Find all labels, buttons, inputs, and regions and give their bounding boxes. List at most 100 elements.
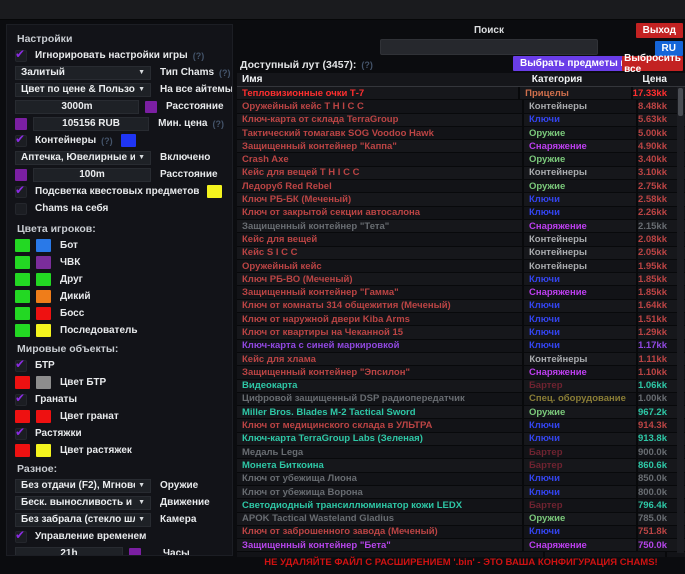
search-input[interactable] <box>380 39 598 55</box>
player-color-swatch-1[interactable] <box>15 324 30 337</box>
item-name: Кейс S I C C <box>237 247 522 258</box>
btr-row[interactable]: ✔ БТР <box>15 357 224 374</box>
tripwires-row[interactable]: ✔ Растяжки <box>15 425 224 442</box>
checkbox-checked-icon[interactable]: ✔ <box>15 50 27 62</box>
help-hint[interactable]: (?) <box>361 60 373 70</box>
player-color-swatch-2[interactable] <box>36 290 51 303</box>
player-color-swatch-2[interactable] <box>36 239 51 252</box>
table-row[interactable]: Ключ от медицинского склада в УЛЬТРАКлюч… <box>237 419 685 432</box>
help-hint[interactable]: (?) <box>213 119 225 129</box>
distance-input[interactable]: 3000m <box>15 100 139 114</box>
table-row[interactable]: Защищенный контейнер "Эпсилон"Снаряжение… <box>237 366 685 379</box>
table-row[interactable]: ВидеокартаБартер1.06kk <box>237 380 685 393</box>
hours-input[interactable]: 21h <box>15 547 123 557</box>
included-categories-dropdown[interactable]: Аптечка, Ювелирные и...▼ <box>15 151 151 165</box>
player-color-swatch-2[interactable] <box>36 307 51 320</box>
table-scrollbar[interactable] <box>677 87 684 553</box>
quest-highlight-color-swatch[interactable] <box>207 185 222 198</box>
table-row[interactable]: Кейс S I C CКонтейнеры2.05kk <box>237 247 685 260</box>
grenade-color-swatch-2[interactable] <box>36 410 51 423</box>
min-price-color-swatch[interactable] <box>15 118 27 130</box>
player-color-swatch-1[interactable] <box>15 290 30 303</box>
player-color-swatch-2[interactable] <box>36 256 51 269</box>
table-row[interactable]: Ключ от квартиры на Чеканной 15Ключи1.29… <box>237 326 685 339</box>
header-name[interactable]: Имя <box>237 74 527 85</box>
min-price-input[interactable]: 105156 RUB <box>33 117 149 131</box>
camera-dropdown[interactable]: Без забрала (стекло шлема)▼ <box>15 513 151 527</box>
table-row[interactable]: Ключ от убежища ЛионаКлючи850.0k <box>237 473 685 486</box>
all-items-mode-dropdown[interactable]: Цвет по цене & Пользователь▼ <box>15 83 151 97</box>
table-row[interactable]: Оружейный кейсКонтейнеры1.95kk <box>237 260 685 273</box>
table-row[interactable]: Crash AxeОружие3.40kk <box>237 153 685 166</box>
player-color-swatch-2[interactable] <box>36 273 51 286</box>
table-row[interactable]: Тактический томагавк SOG Voodoo HawkОруж… <box>237 127 685 140</box>
table-row[interactable]: Ключ РБ-БК (Меченый)Ключи2.58kk <box>237 193 685 206</box>
distance2-input[interactable]: 100m <box>33 168 151 182</box>
table-row[interactable]: Ледоруб Red RebelОружие2.75kk <box>237 180 685 193</box>
help-hint[interactable]: (?) <box>219 68 231 78</box>
header-price[interactable]: Цена <box>642 73 685 86</box>
checkbox-checked-icon[interactable]: ✔ <box>15 394 27 406</box>
exit-button[interactable]: Выход <box>636 23 683 38</box>
player-color-swatch-1[interactable] <box>15 273 30 286</box>
tripwire-color-swatch-1[interactable] <box>15 444 30 457</box>
help-hint[interactable]: (?) <box>101 136 113 146</box>
weapon-dropdown[interactable]: Без отдачи (F2), Мгновенное п▼ <box>15 479 151 493</box>
btr-color-swatch-1[interactable] <box>15 376 30 389</box>
table-row[interactable]: Оружейный кейс T H I C CКонтейнеры8.48kk <box>237 100 685 113</box>
tripwire-color-swatch-2[interactable] <box>36 444 51 457</box>
player-color-swatch-1[interactable] <box>15 239 30 252</box>
grenades-row[interactable]: ✔ Гранаты <box>15 391 224 408</box>
table-row[interactable]: APOK Tactical Wasteland GladiusОружие785… <box>237 513 685 526</box>
table-row[interactable]: Кейс для хламаКонтейнеры1.11kk <box>237 353 685 366</box>
table-row[interactable]: Кейс для вещей T H I C CКонтейнеры3.10kk <box>237 167 685 180</box>
table-row[interactable]: Защищенный контейнер "Каппа"Снаряжение4.… <box>237 140 685 153</box>
table-row[interactable]: Защищенный контейнер "Бета"Снаряжение750… <box>237 539 685 552</box>
table-row[interactable]: Кейс для вещейКонтейнеры2.08kk <box>237 233 685 246</box>
table-row[interactable]: Тепловизионные очки Т-7Прицелы17.33kk <box>237 87 685 100</box>
table-row[interactable]: Ключ от закрытой секции автосалонаКлючи2… <box>237 207 685 220</box>
ignore-game-settings-row[interactable]: ✔ Игнорировать настройки игры (?) <box>15 47 224 64</box>
table-row[interactable]: Ключ-карта от склада TerraGroupКлючи5.63… <box>237 114 685 127</box>
checkbox-checked-icon[interactable]: ✔ <box>15 135 27 147</box>
checkbox-checked-icon[interactable]: ✔ <box>15 428 27 440</box>
hours-color-swatch[interactable] <box>129 548 141 557</box>
table-row[interactable]: Медаль LegaБартер900.0k <box>237 446 685 459</box>
drop-all-button[interactable]: Выбросить все <box>622 56 683 71</box>
movement-dropdown[interactable]: Беск. выносливость и нет уста▼ <box>15 496 151 510</box>
table-row[interactable]: Ключ РБ-ВО (Меченый)Ключи1.85kk <box>237 273 685 286</box>
table-row[interactable]: Ключ-карта с синей маркировкойКлючи1.17k… <box>237 340 685 353</box>
table-row[interactable]: Цифровой защищенный DSP радиопередатчикС… <box>237 393 685 406</box>
player-color-swatch-1[interactable] <box>15 307 30 320</box>
checkbox-unchecked-icon[interactable] <box>15 203 27 215</box>
table-row[interactable]: Защищенный контейнер "Тета"Снаряжение2.1… <box>237 220 685 233</box>
containers-color-swatch[interactable] <box>121 134 136 147</box>
header-category[interactable]: Категория <box>527 73 643 86</box>
table-row[interactable]: Ключ от комнаты 314 общежития (Меченый)К… <box>237 300 685 313</box>
btr-color-swatch-2[interactable] <box>36 376 51 389</box>
table-row[interactable]: Ключ от наружной двери Kiba ArmsКлючи1.5… <box>237 313 685 326</box>
chams-self-row[interactable]: Chams на себя <box>15 200 224 217</box>
chams-type-dropdown[interactable]: Залитый▼ <box>15 66 151 80</box>
table-row[interactable]: Ключ-карта TerraGroup Labs (Зеленая)Ключ… <box>237 433 685 446</box>
player-color-swatch-1[interactable] <box>15 256 30 269</box>
player-color-swatch-2[interactable] <box>36 324 51 337</box>
distance2-color-swatch[interactable] <box>15 169 27 181</box>
table-row[interactable]: Miller Bros. Blades M-2 Tactical SwordОр… <box>237 406 685 419</box>
checkbox-checked-icon[interactable]: ✔ <box>15 531 27 543</box>
containers-row[interactable]: ✔ Контейнеры (?) <box>15 132 224 149</box>
table-row[interactable]: Ключ от заброшенного завода (Меченый)Клю… <box>237 526 685 539</box>
checkbox-checked-icon[interactable]: ✔ <box>15 186 27 198</box>
quest-highlight-row[interactable]: ✔ Подсветка квестовых предметов <box>15 183 224 200</box>
time-control-row[interactable]: ✔ Управление временем <box>15 528 224 545</box>
table-row[interactable]: Защищенный контейнер "Гамма"Снаряжение1.… <box>237 286 685 299</box>
table-row[interactable]: Светодиодный трансиллюминатор кожи LEDXБ… <box>237 499 685 512</box>
grenade-color-swatch-1[interactable] <box>15 410 30 423</box>
help-hint[interactable]: (?) <box>193 51 205 61</box>
scrollbar-thumb[interactable] <box>678 88 683 116</box>
table-row[interactable]: Ключ от убежища ВоронаКлючи800.0k <box>237 486 685 499</box>
window-title-bar[interactable] <box>0 0 685 20</box>
distance-color-swatch[interactable] <box>145 101 157 113</box>
table-row[interactable]: Монета БиткоинаБартер860.6k <box>237 459 685 472</box>
checkbox-checked-icon[interactable]: ✔ <box>15 360 27 372</box>
